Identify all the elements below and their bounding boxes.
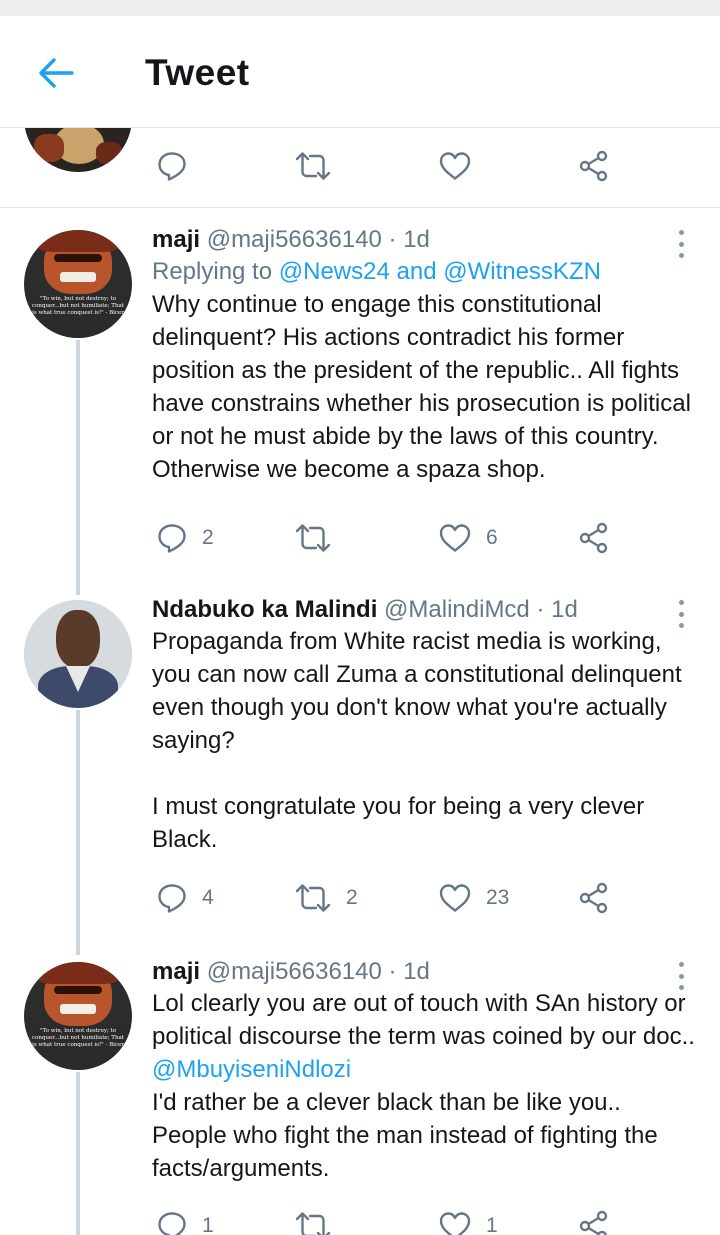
reply-tweet[interactable]: Ndabuko ka Malindi @MalindiMcd · 1d Prop…	[0, 588, 720, 948]
reply-icon	[158, 524, 186, 553]
retweet-icon	[295, 1212, 331, 1235]
reply-tweet[interactable]: "To win, but not destroy; to conquer...b…	[0, 948, 720, 1235]
avatar[interactable]: "To win, but not destroy; to conquer...b…	[24, 962, 132, 1070]
avatar[interactable]: "To win, but not destroy; to conquer...b…	[24, 230, 132, 338]
like-count: 23	[486, 886, 510, 909]
tweet-content: Ndabuko ka Malindi @MalindiMcd · 1d Prop…	[152, 595, 702, 856]
retweet-count: 2	[346, 886, 358, 909]
mention-link[interactable]: @WitnessKZN	[443, 258, 601, 285]
tweet-text-part: Lol clearly you are out of touch with SA…	[152, 990, 695, 1050]
author-handle[interactable]: @maji56636140	[207, 958, 382, 985]
previous-tweet[interactable]	[0, 128, 720, 208]
tweet-actions	[152, 146, 712, 186]
retweet-button[interactable]	[294, 146, 332, 186]
separator-dot: ·	[536, 596, 545, 623]
share-icon	[579, 1210, 608, 1235]
reply-icon	[158, 152, 186, 181]
tweet-time: 1d	[403, 226, 430, 253]
reply-button[interactable]: 2	[156, 518, 214, 558]
reply-icon	[158, 884, 186, 913]
back-button[interactable]	[30, 50, 82, 96]
tweet-meta: maji @maji56636140 · 1d	[152, 957, 702, 987]
like-count: 6	[486, 526, 498, 549]
reply-button[interactable]: 1	[156, 1206, 214, 1235]
heart-icon	[439, 884, 471, 912]
author-handle[interactable]: @maji56636140	[207, 226, 382, 253]
tweet-text: Why continue to engage this constitution…	[152, 291, 691, 483]
tweet-text-part: I'd rather be a clever black than be lik…	[152, 1089, 658, 1182]
like-button[interactable]: 1	[438, 1206, 498, 1235]
author-name[interactable]: Ndabuko ka Malindi	[152, 596, 377, 623]
replying-to-and[interactable]: and	[390, 258, 443, 285]
like-count: 1	[486, 1214, 498, 1235]
reply-count: 2	[202, 526, 214, 549]
top-app-bar: Tweet	[0, 16, 720, 128]
like-button[interactable]: 6	[438, 518, 498, 558]
retweet-icon	[295, 884, 331, 912]
share-button[interactable]	[578, 518, 610, 558]
retweet-button[interactable]: 2	[294, 878, 358, 918]
reply-button[interactable]: 4	[156, 878, 214, 918]
heart-icon	[439, 524, 471, 552]
avatar[interactable]	[24, 128, 132, 172]
tweet-meta: maji @maji56636140 · 1d	[152, 225, 702, 255]
reply-button[interactable]	[156, 146, 188, 186]
tweet-text: Propaganda from White racist media is wo…	[152, 628, 682, 853]
retweet-icon	[295, 524, 331, 552]
replying-to: Replying to @News24 and @WitnessKZN	[152, 255, 702, 288]
share-icon	[579, 882, 608, 914]
arrow-left-icon	[39, 58, 74, 88]
share-button[interactable]	[578, 1206, 610, 1235]
reply-count: 1	[202, 1214, 214, 1235]
replying-to-label: Replying to	[152, 258, 279, 285]
tweet-actions: 2 6	[152, 518, 712, 558]
author-handle[interactable]: @MalindiMcd	[384, 596, 530, 623]
tweet-meta: Ndabuko ka Malindi @MalindiMcd · 1d	[152, 595, 702, 625]
avatar-quote: "To win, but not destroy; to conquer...b…	[32, 1028, 124, 1048]
retweet-button[interactable]	[294, 1206, 346, 1235]
tweet-time: 1d	[551, 596, 578, 623]
avatar-quote: "To win, but not destroy; to conquer...b…	[32, 296, 124, 316]
mention-link[interactable]: @MbuyiseniNdlozi	[152, 1056, 351, 1083]
tweet-text: Lol clearly you are out of touch with SA…	[152, 987, 702, 1185]
share-icon	[579, 150, 608, 182]
tweet-actions: 4 2 23	[152, 878, 712, 918]
like-button[interactable]	[438, 146, 472, 186]
heart-icon	[439, 1212, 471, 1235]
separator-dot: ·	[388, 958, 397, 985]
avatar[interactable]	[24, 600, 132, 708]
reply-count: 4	[202, 886, 214, 909]
status-bar	[0, 0, 720, 16]
heart-icon	[439, 152, 471, 180]
mention-link[interactable]: @News24	[279, 258, 390, 285]
reply-tweet[interactable]: "To win, but not destroy; to conquer...b…	[0, 208, 720, 588]
separator-dot: ·	[388, 226, 397, 253]
like-button[interactable]: 23	[438, 878, 509, 918]
author-name[interactable]: maji	[152, 958, 200, 985]
tweet-content: maji @maji56636140 · 1d Lol clearly you …	[152, 957, 702, 1185]
page-title: Tweet	[145, 52, 250, 93]
tweet-actions: 1 1	[152, 1206, 712, 1235]
reply-icon	[158, 1212, 186, 1235]
author-name[interactable]: maji	[152, 226, 200, 253]
share-icon	[579, 522, 608, 554]
tweet-content: maji @maji56636140 · 1d Replying to @New…	[152, 225, 702, 486]
share-button[interactable]	[578, 878, 610, 918]
retweet-icon	[295, 152, 331, 180]
retweet-button[interactable]	[294, 518, 346, 558]
tweet-time: 1d	[403, 958, 430, 985]
share-button[interactable]	[578, 146, 610, 186]
